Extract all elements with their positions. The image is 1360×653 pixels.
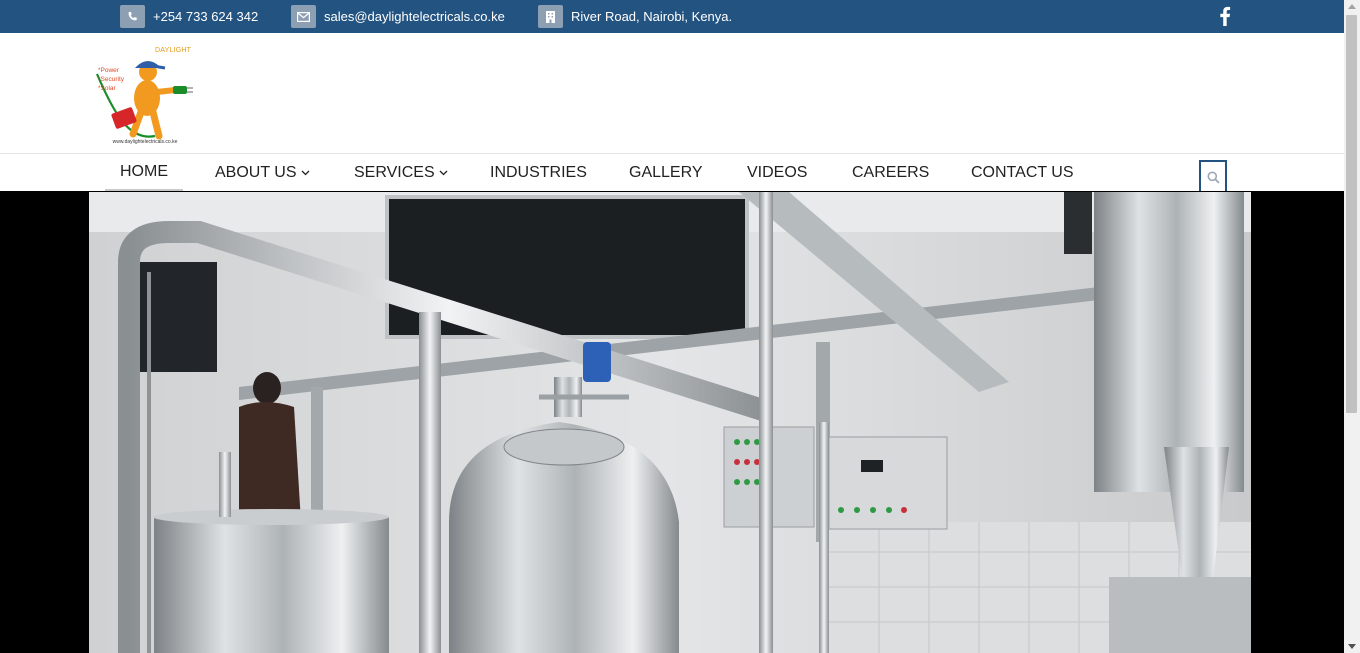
logo-url-text: www.daylightelectricals.co.ke [112, 139, 178, 145]
email-address[interactable]: sales@daylightelectricals.co.ke [324, 9, 505, 24]
nav-about-us-label: ABOUT US [215, 164, 297, 181]
logo-mascot-icon [95, 46, 195, 146]
logo-tagline-power: *Power [98, 67, 119, 74]
search-button[interactable] [1199, 160, 1227, 192]
top-contact-bar: +254 733 624 342 sales@daylightelectrica… [0, 0, 1344, 33]
nav-services[interactable]: SERVICES [354, 154, 448, 192]
phone-contact[interactable]: +254 733 624 342 [120, 5, 258, 28]
nav-about-us[interactable]: ABOUT US [215, 154, 310, 192]
hero-factory-image [89, 192, 1251, 653]
nav-gallery[interactable]: GALLERY [629, 154, 703, 192]
logo-tagline-solar: *Solar [98, 85, 116, 92]
main-navigation: HOME ABOUT US SERVICES INDUSTRIES GALLER… [0, 153, 1344, 192]
search-icon [1207, 171, 1220, 184]
nav-services-label: SERVICES [354, 164, 435, 181]
phone-icon [120, 5, 145, 28]
logo-brand-text: DAYLIGHT [155, 47, 192, 54]
nav-videos[interactable]: VIDEOS [747, 154, 807, 192]
nav-gallery-label: GALLERY [629, 164, 703, 181]
phone-number[interactable]: +254 733 624 342 [153, 9, 258, 24]
chevron-down-icon [301, 170, 309, 176]
nav-industries-label: INDUSTRIES [490, 164, 587, 181]
scrollbar-thumb[interactable] [1346, 15, 1357, 413]
nav-careers-label: CAREERS [852, 164, 930, 181]
site-header: DAYLIGHT *Power *Security *Solar www.day… [0, 33, 1344, 153]
nav-contact-us[interactable]: CONTACT US [971, 154, 1074, 192]
chevron-down-icon [439, 170, 448, 176]
nav-home-label: HOME [120, 162, 168, 180]
scroll-down-arrow-icon[interactable] [1348, 644, 1356, 649]
facebook-icon[interactable] [1218, 6, 1232, 26]
email-contact[interactable]: sales@daylightelectricals.co.ke [291, 5, 505, 28]
page-scrollbar[interactable] [1344, 0, 1360, 653]
nav-industries[interactable]: INDUSTRIES [490, 154, 587, 192]
street-address: River Road, Nairobi, Kenya. [571, 9, 733, 24]
company-logo[interactable]: DAYLIGHT *Power *Security *Solar www.day… [95, 46, 195, 148]
hero-slider [0, 191, 1344, 653]
building-icon [538, 5, 563, 28]
nav-home[interactable]: HOME [105, 154, 183, 192]
nav-videos-label: VIDEOS [747, 164, 808, 181]
logo-tagline-security: *Security [98, 76, 125, 83]
scroll-up-arrow-icon[interactable] [1348, 4, 1356, 9]
address-contact: River Road, Nairobi, Kenya. [538, 5, 732, 28]
nav-contact-us-label: CONTACT US [971, 164, 1074, 181]
envelope-icon [291, 5, 316, 28]
nav-careers[interactable]: CAREERS [852, 154, 929, 192]
